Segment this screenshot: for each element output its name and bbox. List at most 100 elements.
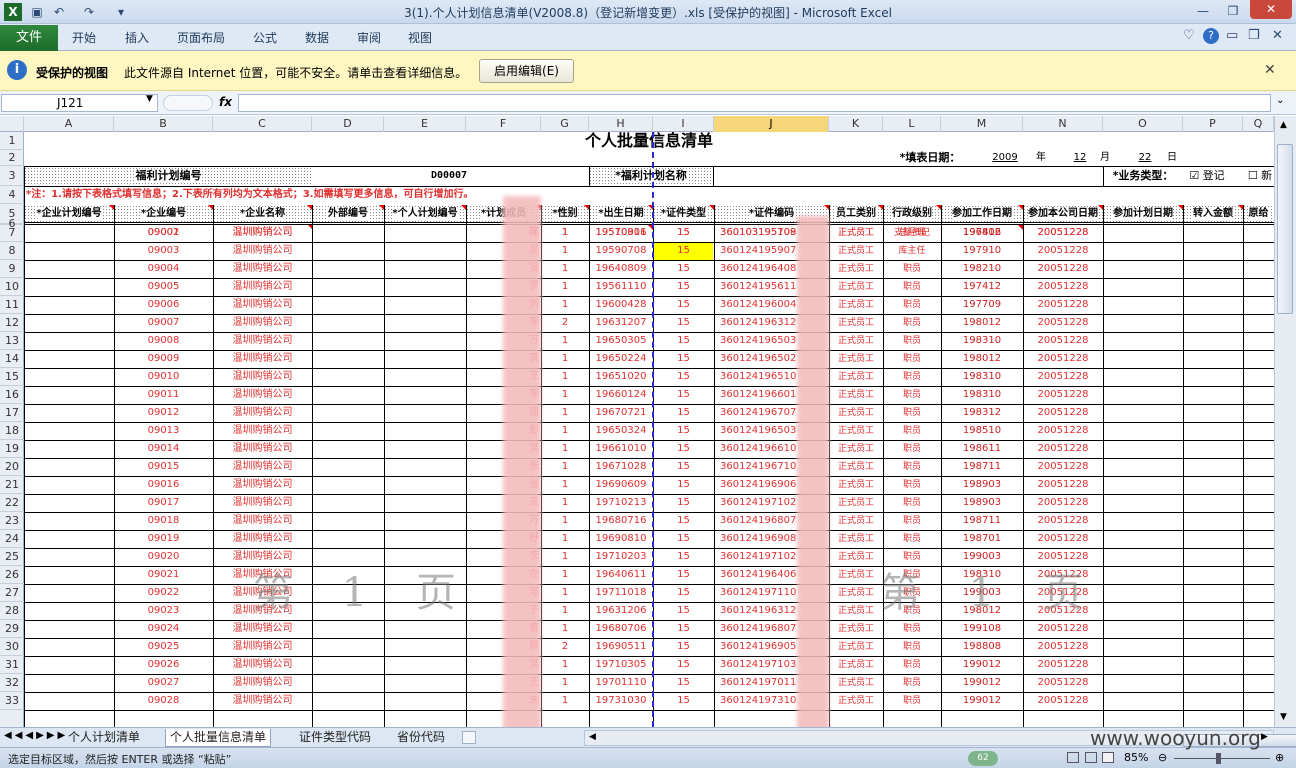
column-header[interactable]: A	[24, 116, 114, 132]
row-header[interactable]: 8	[0, 242, 24, 260]
vertical-scrollbar[interactable]: ▲ ▼	[1274, 116, 1296, 727]
column-header[interactable]: P	[1183, 116, 1243, 132]
row-header[interactable]: 16	[0, 386, 24, 404]
tab-formulas[interactable]: 公式	[253, 29, 277, 46]
scroll-left-icon[interactable]: ◀	[589, 732, 596, 742]
workbook-close-icon[interactable]: ✕	[1272, 28, 1283, 43]
row-header[interactable]: 29	[0, 620, 24, 638]
column-header[interactable]: I	[653, 116, 714, 132]
workbook-restore-icon[interactable]: ❐	[1248, 28, 1260, 43]
close-icon[interactable]: ✕	[1250, 0, 1292, 19]
row-header[interactable]: 18	[0, 422, 24, 440]
tab-file[interactable]: 文件	[0, 25, 58, 51]
help-icon[interactable]: ?	[1203, 28, 1219, 44]
page-layout-view-icon[interactable]	[1085, 752, 1097, 763]
tab-review[interactable]: 审阅	[357, 29, 381, 46]
row-header[interactable]: 19	[0, 440, 24, 458]
row-header[interactable]: 11	[0, 296, 24, 314]
column-header[interactable]: B	[114, 116, 213, 132]
minimize-icon[interactable]: —	[1190, 2, 1216, 20]
table-cell: 15	[677, 425, 690, 436]
row-header[interactable]: 10	[0, 278, 24, 296]
row-header[interactable]: 26	[0, 566, 24, 584]
row-header[interactable]: 23	[0, 512, 24, 530]
row-line	[24, 494, 1274, 495]
worksheet-grid[interactable]: 个人批量信息清单 *填表日期： 2009 年 12 月 22 日福利计划编号 D00007 *福利…	[24, 132, 1274, 727]
row-header[interactable]: 9	[0, 260, 24, 278]
sheet-nav-icon[interactable]: ◀◀◀▶▶▶	[4, 730, 68, 741]
plan-no-label-cell: 福利计划编号	[24, 167, 313, 185]
column-header[interactable]: N	[1023, 116, 1103, 132]
column-header[interactable]: Q	[1243, 116, 1274, 132]
row-header[interactable]: 3	[0, 166, 24, 186]
tab-home[interactable]: 开始	[72, 29, 96, 46]
column-header[interactable]: O	[1103, 116, 1183, 132]
column-header[interactable]: E	[384, 116, 466, 132]
vertical-scroll-thumb[interactable]	[1277, 144, 1293, 314]
header-label: *出生日期	[598, 208, 644, 219]
row-header[interactable]: 30	[0, 638, 24, 656]
row-header[interactable]: 31	[0, 656, 24, 674]
row-header[interactable]: 4	[0, 186, 24, 204]
table-cell: 正式员工	[837, 480, 874, 490]
normal-view-icon[interactable]	[1067, 752, 1079, 763]
zoom-slider[interactable]	[1174, 758, 1270, 759]
sheet-tab-active[interactable]: 个人批量信息清单	[165, 729, 272, 747]
tab-view[interactable]: 视图	[408, 29, 432, 46]
tab-insert[interactable]: 插入	[125, 29, 149, 46]
row-header[interactable]: 15	[0, 368, 24, 386]
row-header[interactable]: 12	[0, 314, 24, 332]
column-header[interactable]: F	[466, 116, 541, 132]
sheet-tab[interactable]: 证件类型代码	[295, 729, 375, 747]
row-header[interactable]: 13	[0, 332, 24, 350]
expand-formula-icon[interactable]: ⌄	[1276, 95, 1284, 106]
enable-editing-button[interactable]: 启用编辑(E)	[479, 59, 574, 83]
column-header[interactable]: L	[883, 116, 941, 132]
zoom-level[interactable]: 85%	[1124, 751, 1148, 764]
grid-line	[24, 166, 25, 727]
column-header[interactable]: G	[541, 116, 589, 132]
zoom-in-icon[interactable]: ⊕	[1275, 751, 1284, 764]
select-all-corner[interactable]	[0, 116, 24, 132]
sheet-tab[interactable]: 省份代码	[393, 729, 449, 747]
row-header[interactable]: 17	[0, 404, 24, 422]
column-header[interactable]: D	[312, 116, 384, 132]
column-header[interactable]: J	[714, 116, 829, 132]
insert-function-icon[interactable]: fx	[219, 95, 232, 109]
row-header[interactable]: 28	[0, 602, 24, 620]
scroll-right-icon[interactable]: ▶	[1261, 732, 1268, 742]
column-header[interactable]: H	[589, 116, 653, 132]
row-header[interactable]: 7	[0, 224, 24, 242]
name-box-dropdown-icon[interactable]: ▼	[146, 94, 153, 104]
row-header[interactable]: 22	[0, 494, 24, 512]
row-header[interactable]: 25	[0, 548, 24, 566]
row-header[interactable]: 2	[0, 150, 24, 166]
scroll-up-icon[interactable]: ▲	[1280, 120, 1287, 130]
row-header[interactable]: 32	[0, 674, 24, 692]
formula-input[interactable]	[238, 94, 1271, 112]
tab-page-layout[interactable]: 页面布局	[177, 29, 225, 46]
tab-data[interactable]: 数据	[305, 29, 329, 46]
zoom-out-icon[interactable]: ⊖	[1158, 751, 1167, 764]
row-header[interactable]: 14	[0, 350, 24, 368]
restore-icon[interactable]: ❐	[1220, 2, 1246, 20]
row-header[interactable]: 27	[0, 584, 24, 602]
row-header[interactable]: 21	[0, 476, 24, 494]
column-header[interactable]: M	[941, 116, 1023, 132]
page-break-view-icon[interactable]	[1102, 752, 1114, 763]
close-bar-icon[interactable]: ✕	[1264, 62, 1276, 78]
scroll-down-icon[interactable]: ▼	[1280, 712, 1287, 722]
column-header[interactable]: C	[213, 116, 312, 132]
sheet-tab[interactable]: 个人计划清单	[64, 729, 144, 747]
insert-sheet-icon[interactable]	[462, 731, 476, 744]
row-header[interactable]: 33	[0, 692, 24, 710]
row-header[interactable]: 20	[0, 458, 24, 476]
name-box[interactable]: J121	[1, 94, 158, 112]
row-header[interactable]: 24	[0, 530, 24, 548]
minimize-ribbon-icon[interactable]: ♡	[1183, 28, 1195, 43]
workbook-minimize-icon[interactable]: ▭	[1226, 28, 1238, 43]
row-header[interactable]: 1	[0, 132, 24, 150]
date-year-unit: 年	[1036, 152, 1046, 163]
zoom-slider-thumb[interactable]	[1216, 753, 1221, 764]
column-header[interactable]: K	[829, 116, 883, 132]
